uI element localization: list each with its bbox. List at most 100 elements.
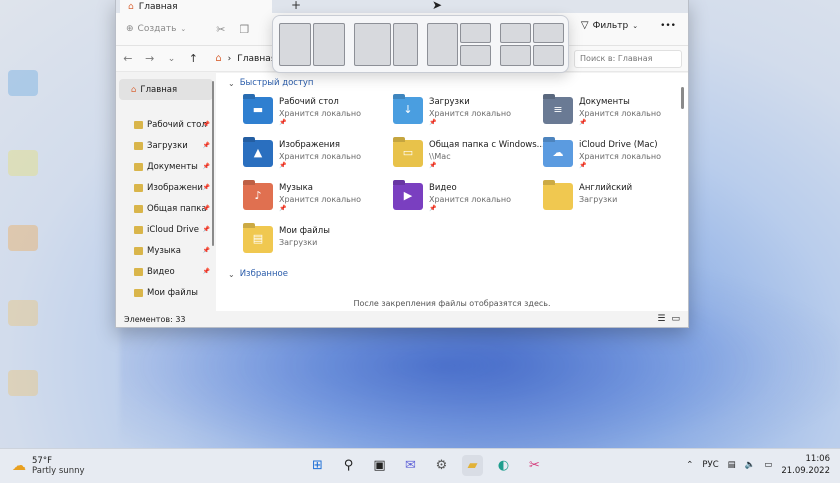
pin-icon: 📌	[279, 162, 287, 169]
snap-zone[interactable]	[533, 22, 564, 43]
folder-icon	[543, 183, 573, 210]
quick-access-item[interactable]: ☁ iCloud Drive (Mac) Хранится локально 📌	[543, 140, 683, 172]
new-tab-button[interactable]: +	[291, 0, 301, 12]
search-input[interactable]	[574, 49, 683, 68]
favorites-header[interactable]: ⌄ Избранное	[228, 264, 688, 284]
quick-access-item[interactable]: ▶ Видео Хранится локально 📌	[393, 183, 543, 215]
snap-zone[interactable]	[279, 22, 311, 66]
snap-zone[interactable]	[354, 22, 391, 66]
desktop-icon-5[interactable]	[8, 370, 38, 396]
chevron-down-icon: ⌄	[228, 269, 235, 279]
icloud-icon	[134, 225, 143, 234]
chat-icon[interactable]: ✉	[400, 455, 421, 476]
start-icon[interactable]: ⊞	[307, 455, 328, 476]
tab-home[interactable]: ⌂ Главная	[120, 0, 272, 13]
sidebar-item[interactable]: Музыка 📌	[116, 240, 216, 261]
breadcrumb-home[interactable]: Главная	[237, 54, 276, 64]
snap-zone[interactable]	[500, 22, 531, 43]
sidebar-item-label: Документы	[147, 161, 198, 172]
music-icon	[134, 246, 143, 255]
recent-chevron-icon[interactable]: ⌄	[166, 54, 178, 64]
quick-access-item[interactable]: ▭ Общая папка с Windows... \\Mac 📌	[393, 140, 545, 172]
quick-access-item-location: Хранится локально	[429, 195, 511, 204]
edge-icon[interactable]: ◐	[493, 455, 514, 476]
sidebar-item[interactable]: Документы 📌	[116, 156, 216, 177]
sidebar-item-label: Музыка	[147, 245, 181, 256]
sidebar-item[interactable]: Мои файлы	[116, 282, 216, 303]
folder-icon	[134, 204, 143, 213]
sidebar-item[interactable]: Рабочий стол 📌	[116, 114, 216, 135]
quick-access-item[interactable]: Английский Загрузки	[543, 183, 683, 215]
pin-icon: 📌	[579, 119, 587, 126]
quick-access-item[interactable]: ↓ Загрузки Хранится локально 📌	[393, 97, 543, 129]
snap-zone[interactable]	[533, 44, 564, 66]
up-arrow-icon[interactable]: ↑	[187, 52, 199, 65]
pictures-folder-icon: ▲	[243, 140, 273, 167]
quick-access-item-location: Загрузки	[579, 195, 618, 204]
network-icon[interactable]: ▤	[728, 460, 736, 470]
pin-icon: 📌	[429, 205, 437, 212]
snap-zone[interactable]	[500, 44, 531, 66]
sidebar-item[interactable]: Загрузки 📌	[116, 135, 216, 156]
settings-icon[interactable]: ⚙	[431, 455, 452, 476]
pin-icon: 📌	[429, 119, 437, 126]
snipping-tool-icon[interactable]: ✂	[524, 455, 545, 476]
volume-icon[interactable]: 🔈	[745, 460, 756, 470]
quick-access-header[interactable]: ⌄ Быстрый доступ	[228, 73, 688, 93]
sidebar-item-label: Видео	[147, 266, 175, 277]
desktop-icon-2[interactable]	[8, 150, 38, 176]
back-arrow-icon[interactable]: ←	[122, 52, 134, 65]
quick-access-item-name: Загрузки	[429, 97, 470, 107]
filter-icon: ▽	[580, 20, 589, 31]
quick-access-item[interactable]: ≡ Документы Хранится локально 📌	[543, 97, 683, 129]
snap-zone[interactable]	[427, 22, 458, 66]
sidebar-scrollbar[interactable]	[212, 81, 214, 246]
home-icon: ⌂	[215, 53, 222, 64]
forward-arrow-icon[interactable]: →	[144, 52, 156, 65]
pin-icon: 📌	[429, 162, 437, 169]
sidebar-item-home[interactable]: ⌂ Главная	[119, 79, 213, 100]
filter-button[interactable]: ▽ Фильтр ⌄	[581, 20, 638, 31]
more-options-button[interactable]: •••	[660, 21, 676, 31]
quick-access-item[interactable]: ▲ Изображения Хранится локально 📌	[243, 140, 393, 172]
video-icon	[134, 267, 143, 276]
quick-access-item-name: Музыка	[279, 183, 313, 193]
sidebar-item[interactable]: iCloud Drive 📌	[116, 219, 216, 240]
snap-zone[interactable]	[393, 22, 418, 66]
sidebar-item[interactable]: Общая папка 📌	[116, 198, 216, 219]
file-explorer-icon[interactable]: ▰	[462, 455, 483, 476]
desktop-icon-4[interactable]	[8, 300, 38, 326]
quick-access-item[interactable]: ♪ Музыка Хранится локально 📌	[243, 183, 393, 215]
snap-zone[interactable]	[313, 22, 345, 66]
weather-temperature: 57°F	[32, 456, 52, 466]
language-indicator[interactable]: РУС	[702, 460, 718, 470]
tiles-view-icon[interactable]: ▭	[671, 314, 680, 324]
desktop-icon-3[interactable]	[8, 225, 38, 251]
weather-widget[interactable]: ☁ 57°F Partly sunny	[0, 456, 85, 476]
chevron-up-icon[interactable]: ⌃	[686, 460, 693, 470]
taskbar-apps: ⊞ ⚲ ▣ ✉ ⚙ ▰ ◐ ✂	[307, 455, 545, 476]
quick-access-item-location: Загрузки	[279, 238, 318, 247]
documents-folder-icon: ≡	[543, 97, 573, 124]
details-view-icon[interactable]: ☰	[657, 314, 665, 324]
clock[interactable]: 11:06 21.09.2022	[781, 453, 830, 477]
quick-access-item[interactable]: ▬ Рабочий стол Хранится локально 📌	[243, 97, 393, 129]
sidebar-item[interactable]: Изображени 📌	[116, 177, 216, 198]
quick-access-item[interactable]: ▤ Мои файлы Загрузки	[243, 226, 393, 258]
quick-access-item-name: Изображения	[279, 140, 341, 150]
desktop-icon-1[interactable]	[8, 70, 38, 96]
task-view-icon[interactable]: ▣	[369, 455, 390, 476]
cut-button[interactable]: ✂	[216, 23, 225, 36]
copy-button[interactable]: ❐	[240, 23, 250, 36]
sidebar-item-label: Мои файлы	[147, 287, 198, 298]
sidebar-item[interactable]: Видео 📌	[116, 261, 216, 282]
snap-zone[interactable]	[460, 22, 491, 43]
snap-zone[interactable]	[460, 44, 491, 66]
battery-icon[interactable]: ▭	[764, 460, 772, 470]
content-scrollbar[interactable]	[681, 87, 684, 109]
create-button[interactable]: ⊕ Создать ⌄	[126, 24, 186, 34]
search-icon[interactable]: ⚲	[338, 455, 359, 476]
sidebar-item-label: iCloud Drive	[147, 224, 200, 235]
item-count: Элементов: 33	[124, 314, 186, 324]
home-icon: ⌂	[131, 84, 137, 95]
